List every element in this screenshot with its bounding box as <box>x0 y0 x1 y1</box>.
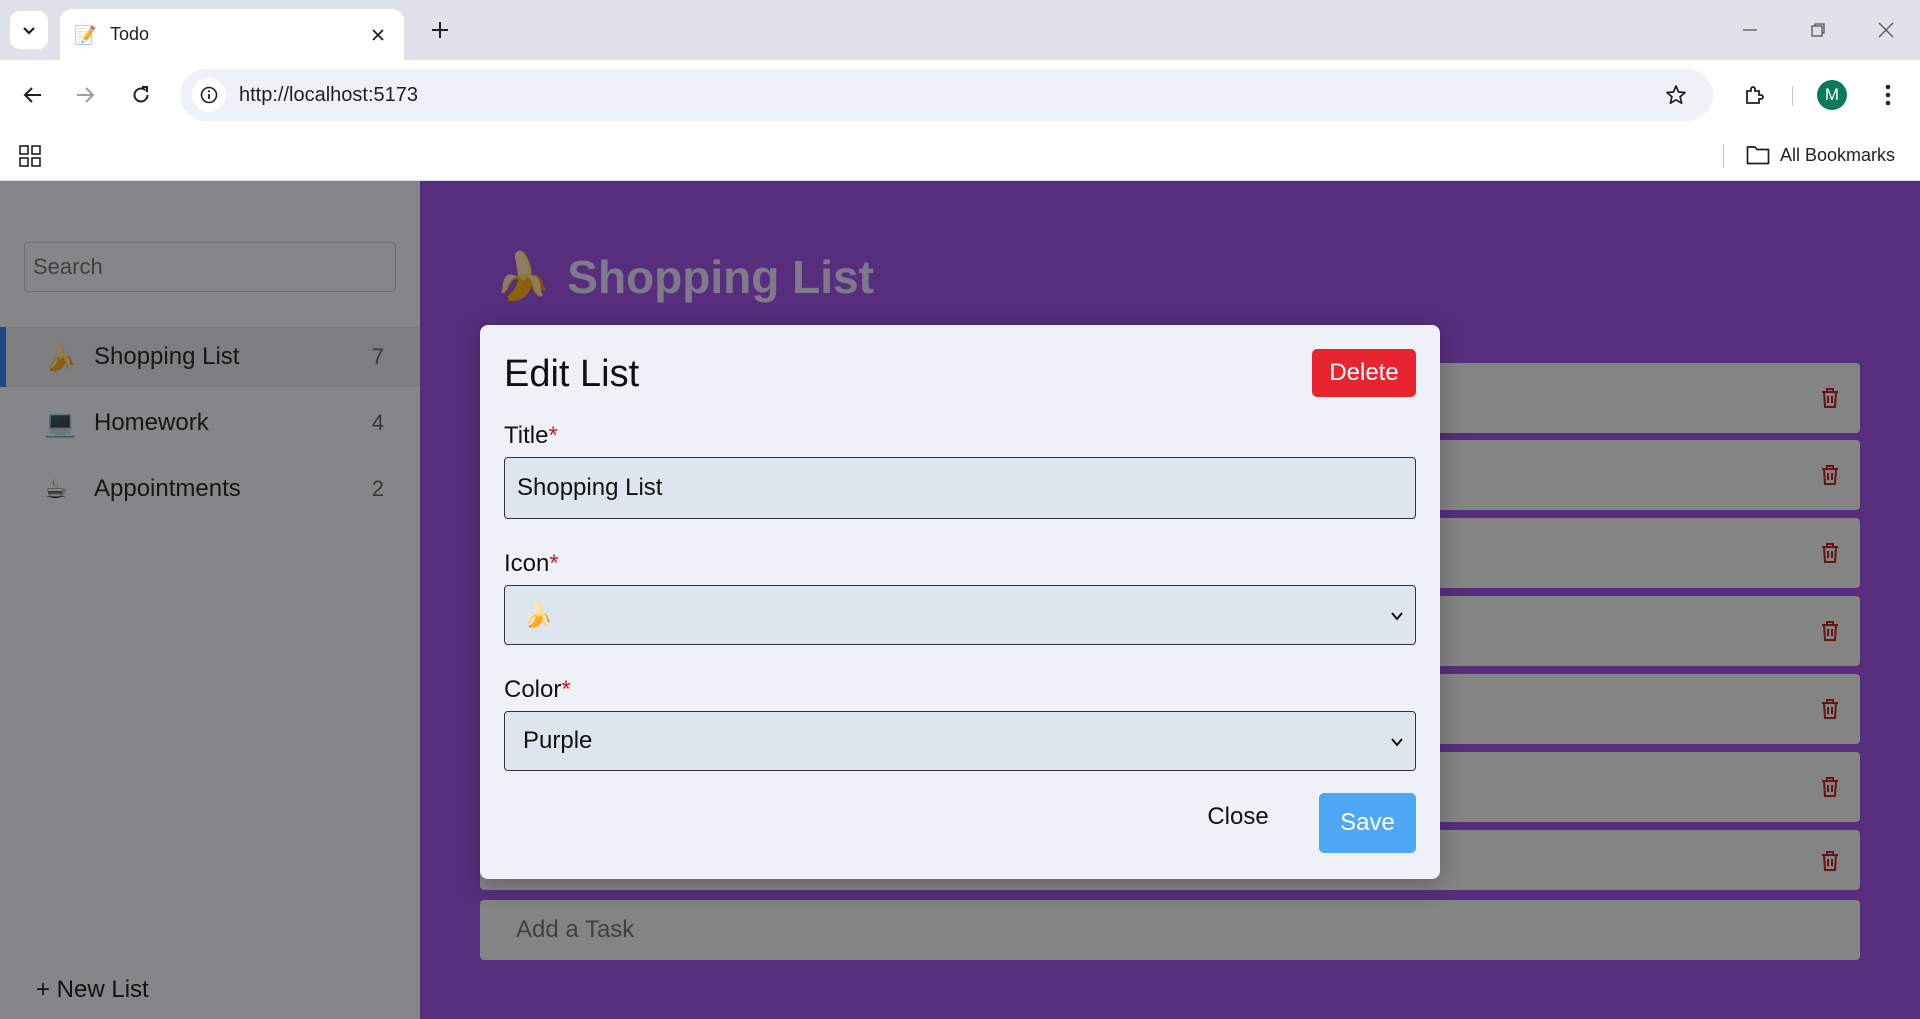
forward-icon[interactable] <box>66 76 104 114</box>
bookmarks-separator <box>1723 144 1724 168</box>
color-label-text: Color <box>504 676 562 703</box>
close-window-icon[interactable] <box>1852 0 1920 60</box>
info-icon[interactable] <box>192 78 226 112</box>
star-icon[interactable] <box>1661 80 1691 110</box>
all-bookmarks-label: All Bookmarks <box>1780 144 1896 165</box>
browser-tab[interactable]: 📝 Todo <box>60 9 404 60</box>
color-select[interactable]: Purple <box>504 711 1416 771</box>
browser-toolbar: http://localhost:5173 M <box>0 60 1920 130</box>
close-icon[interactable] <box>366 23 390 47</box>
tab-title: Todo <box>110 24 150 44</box>
save-button[interactable]: Save <box>1319 793 1416 853</box>
all-bookmarks-button[interactable]: All Bookmarks <box>1746 140 1895 170</box>
color-select-value: Purple <box>523 727 593 754</box>
minimize-icon[interactable] <box>1716 0 1784 60</box>
edit-list-modal: Edit List Delete Title* Shopping List Ic… <box>480 325 1440 879</box>
todo-app: 🍌 Shopping List 7 💻 Homework 4 ☕ Appoint… <box>0 181 1920 1019</box>
chevron-down-icon <box>1391 612 1403 621</box>
url-text: http://localhost:5173 <box>239 83 419 106</box>
required-mark: * <box>549 550 559 577</box>
tab-search-icon[interactable] <box>10 11 48 49</box>
required-mark: * <box>548 422 558 449</box>
close-button[interactable]: Close <box>1198 793 1278 841</box>
tab-favicon-icon: 📝 <box>74 24 97 45</box>
title-label: Title* <box>504 422 558 450</box>
banana-icon: 🍌 <box>523 601 553 629</box>
restore-icon[interactable] <box>1784 0 1852 60</box>
browser-tab-strip: 📝 Todo <box>0 0 1920 60</box>
reload-icon[interactable] <box>122 76 160 114</box>
bookmarks-bar: All Bookmarks <box>0 130 1920 181</box>
menu-icon[interactable] <box>1870 77 1906 113</box>
window-controls <box>1716 0 1920 60</box>
apps-icon[interactable] <box>16 142 44 170</box>
folder-icon <box>1746 146 1770 165</box>
plus-icon[interactable] <box>424 14 456 46</box>
address-bar[interactable]: http://localhost:5173 <box>180 69 1713 121</box>
title-field[interactable]: Shopping List <box>504 457 1416 519</box>
back-icon[interactable] <box>14 76 52 114</box>
title-label-text: Title <box>504 422 549 449</box>
modal-title: Edit List <box>504 353 640 395</box>
extensions-icon[interactable] <box>1736 77 1772 113</box>
required-mark: * <box>561 676 571 703</box>
chevron-down-icon <box>1391 738 1403 747</box>
icon-label: Icon* <box>504 550 559 578</box>
avatar[interactable]: M <box>1817 80 1847 110</box>
toolbar-separator <box>1792 86 1793 106</box>
delete-button[interactable]: Delete <box>1312 349 1416 397</box>
color-label: Color* <box>504 676 571 704</box>
icon-select[interactable]: 🍌 <box>504 585 1416 645</box>
icon-label-text: Icon <box>504 550 550 577</box>
